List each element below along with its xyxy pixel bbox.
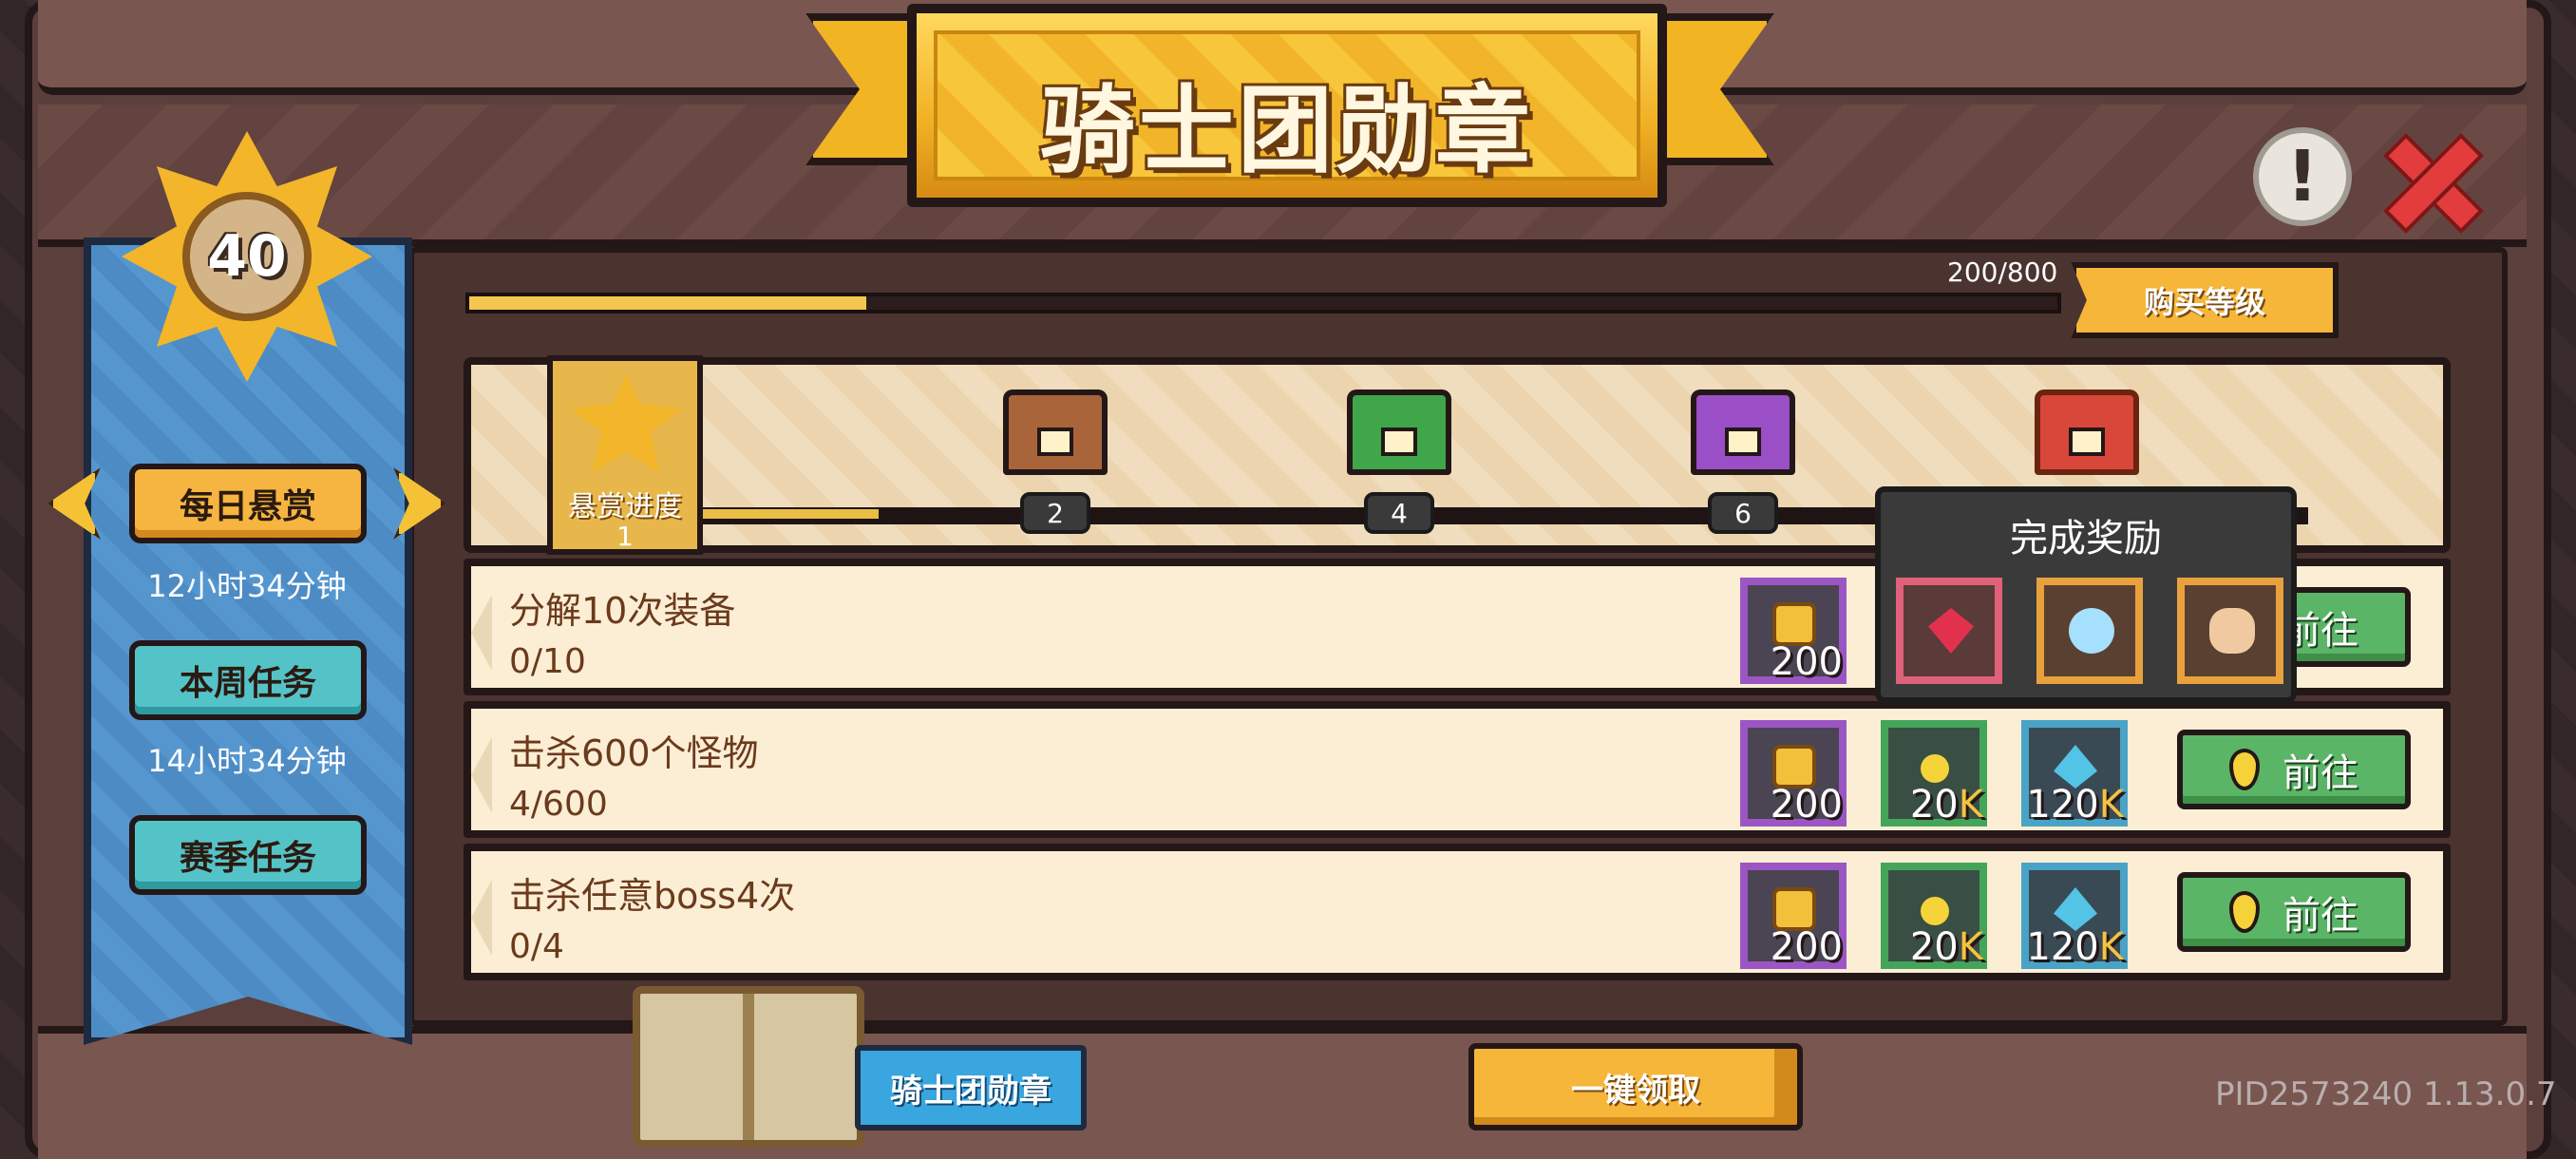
claim-all-button[interactable]: 一键领取 xyxy=(1468,1043,1803,1130)
coin-icon xyxy=(1921,754,1949,783)
task-title: 分解10次装备 xyxy=(509,590,736,632)
weekly-timer: 14小时34分钟 xyxy=(147,743,347,779)
daily-timer: 12小时34分钟 xyxy=(147,568,347,604)
completion-reward-popup: 完成奖励 xyxy=(1875,486,2297,703)
go-button[interactable]: 前往 xyxy=(2177,872,2411,952)
flower-charm-icon xyxy=(2209,608,2255,654)
reward-unit: K xyxy=(2098,925,2124,969)
red-chest-icon[interactable] xyxy=(2035,390,2139,475)
ruby-icon xyxy=(1928,608,1974,654)
buy-level-button[interactable]: 购买等级 xyxy=(2071,262,2339,338)
xp-progress-fill xyxy=(469,296,866,310)
popup-reward-item[interactable] xyxy=(1896,578,2002,684)
xp-progress-bar xyxy=(465,293,2061,314)
level-medal: 40 xyxy=(122,131,372,382)
go-button[interactable]: 前往 xyxy=(2177,730,2411,809)
medal-icon xyxy=(1772,602,1816,646)
page-title: 骑士团勋章 xyxy=(1040,75,1534,186)
reward-medal[interactable]: 200 xyxy=(1740,720,1847,826)
popup-title: 完成奖励 xyxy=(2010,517,2162,560)
reward-unit: K xyxy=(1958,925,1983,969)
popup-reward-item[interactable] xyxy=(2177,578,2283,684)
knight-medal-button[interactable]: 骑士团勋章 xyxy=(855,1045,1087,1130)
task-row: 击杀600个怪物 4/600 200 20K 120K 前往 xyxy=(464,701,2451,838)
reward-coin[interactable]: 20K xyxy=(1881,720,1987,826)
title-banner: 骑士团勋章 xyxy=(907,4,1667,207)
reward-amount: 200 xyxy=(1770,640,1843,684)
reward-exp[interactable]: 120K xyxy=(2021,720,2128,826)
task-progress: 0/4 xyxy=(509,927,564,966)
level-value: 40 xyxy=(207,223,287,290)
go-label: 前往 xyxy=(2282,751,2358,795)
version-label: PID2573240 1.13.0.7 xyxy=(2215,1075,2557,1113)
reward-amount: 20 xyxy=(1909,925,1959,969)
task-progress: 4/600 xyxy=(509,785,608,824)
reward-amount: 200 xyxy=(1770,783,1843,826)
tab-weekly-tasks[interactable]: 本周任务 xyxy=(129,640,367,720)
bounty-progress-card: 悬赏进度 1 xyxy=(547,355,703,555)
task-row: 击杀任意boss4次 0/4 200 20K 120K 前往 xyxy=(464,844,2451,980)
green-chest-icon[interactable] xyxy=(1347,390,1451,475)
bounty-progress-value: 1 xyxy=(616,521,634,552)
reward-unit: K xyxy=(1958,783,1983,826)
reward-amount: 20 xyxy=(1909,783,1959,826)
reward-amount: 200 xyxy=(1770,925,1843,969)
reward-amount: 120 xyxy=(2026,783,2099,826)
frame-bottom xyxy=(38,1026,2527,1159)
task-title: 击杀600个怪物 xyxy=(509,732,759,774)
row-notch xyxy=(471,880,492,956)
task-title: 击杀任意boss4次 xyxy=(509,875,796,917)
location-pin-icon xyxy=(2229,891,2260,933)
location-pin-icon xyxy=(2229,749,2260,790)
coin-icon xyxy=(1921,897,1949,925)
popup-reward-item[interactable] xyxy=(2036,578,2143,684)
reward-medal[interactable]: 200 xyxy=(1740,863,1847,969)
medal-icon xyxy=(1772,887,1816,931)
row-notch xyxy=(471,595,492,671)
book-icon[interactable] xyxy=(633,986,864,1148)
milestone-track-fill xyxy=(684,509,879,519)
bounty-progress-label: 悬赏进度 xyxy=(568,490,682,523)
tab-daily-bounty[interactable]: 每日悬赏 xyxy=(129,464,367,543)
brown-chest-icon[interactable] xyxy=(1003,390,1108,475)
reward-exp[interactable]: 120K xyxy=(2021,863,2128,969)
close-button[interactable] xyxy=(2382,131,2477,226)
milestone-badge: 4 xyxy=(1364,492,1434,534)
go-label: 前往 xyxy=(2282,894,2358,938)
purple-chest-icon[interactable] xyxy=(1691,390,1795,475)
reward-coin[interactable]: 20K xyxy=(1881,863,1987,969)
tab-season-tasks[interactable]: 赛季任务 xyxy=(129,815,367,895)
game-screen: 骑士团勋章 ! 40 每日悬赏 12小时34分钟 本周任务 14小时34分钟 赛… xyxy=(0,0,2576,1159)
row-notch xyxy=(471,737,492,813)
xp-progress-text: 200/800 xyxy=(1947,256,2058,288)
info-button[interactable]: ! xyxy=(2253,127,2352,226)
reward-amount: 120 xyxy=(2026,925,2099,969)
reward-unit: K xyxy=(2098,783,2124,826)
milestone-badge: 6 xyxy=(1708,492,1778,534)
rainbow-gem-icon xyxy=(2069,608,2114,654)
star-medal-icon xyxy=(570,374,682,473)
level-circle: 40 xyxy=(182,192,312,321)
task-progress: 0/10 xyxy=(509,642,586,681)
reward-medal[interactable]: 200 xyxy=(1740,578,1847,684)
medal-icon xyxy=(1772,745,1816,788)
milestone-badge: 2 xyxy=(1020,492,1090,534)
exclamation-icon: ! xyxy=(2286,136,2319,218)
